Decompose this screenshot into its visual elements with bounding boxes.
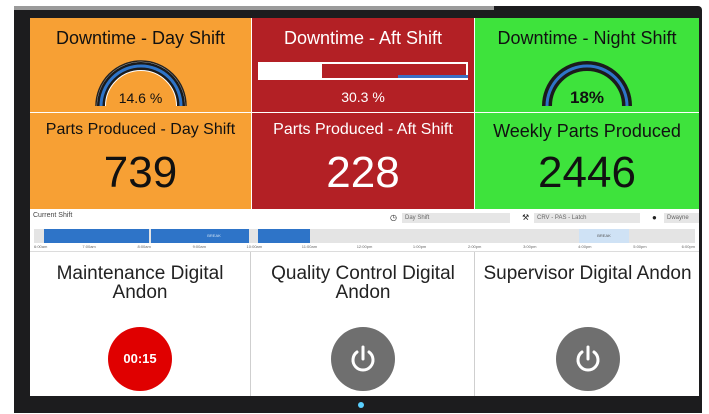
timeline-tick: 7:00am [82, 244, 96, 249]
parts-weekly-tile: Weekly Parts Produced 2446 [475, 113, 699, 209]
timeline-tick: 8:00am [137, 244, 151, 249]
wrench-icon: ⚒ [522, 213, 530, 222]
line-select[interactable]: CRV - PAS - Latch [534, 213, 640, 223]
break-marker: BREAK [199, 229, 229, 243]
run-segment [44, 229, 149, 243]
tile-title: Downtime - Night Shift [497, 28, 677, 48]
run-segment [258, 229, 310, 243]
tile-title: Downtime - Day Shift [55, 28, 226, 48]
break-marker: BREAK [579, 229, 629, 243]
downtime-aft-value: 30.3 % [341, 89, 385, 105]
power-icon [576, 345, 599, 372]
timeline-tick: 5:00pm [633, 244, 647, 249]
progress-fill [260, 64, 323, 78]
andon-title: Supervisor Digital Andon [483, 263, 692, 284]
tile-title: Parts Produced - Aft Shift [273, 121, 453, 138]
parts-aft-value: 228 [326, 148, 400, 197]
monitor-top-edge [14, 6, 494, 10]
supervisor-andon-button[interactable] [555, 327, 620, 391]
parts-aft-tile: Parts Produced - Aft Shift 228 [252, 113, 474, 209]
timeline-tick: 3:00pm [523, 244, 537, 249]
timeline-tick: 1:00pm [412, 244, 427, 249]
timeline-tick: 6:00am [34, 244, 48, 249]
downtime-aft-tile: Downtime - Aft Shift 30.3 % [252, 18, 474, 112]
timeline-ticks: 6:00am 7:00am 8:00am 9:00am 10:00am 11:00am 12… [34, 244, 695, 250]
run-segment [229, 229, 249, 243]
tile-title: Parts Produced - Day Shift [45, 121, 236, 138]
tile-title: Downtime - Aft Shift [283, 28, 443, 48]
tile-title: Weekly Parts Produced [493, 121, 681, 141]
power-led [358, 402, 364, 408]
maintenance-andon-button[interactable]: 00:15 [108, 327, 172, 391]
timeline-track: BREAK BREAK [34, 229, 695, 243]
progress-accent [398, 75, 468, 78]
quality-control-andon-button[interactable] [331, 327, 395, 391]
shift-select[interactable]: Day Shift [402, 213, 510, 223]
clock-icon: ◷ [390, 213, 397, 222]
andon-title: Maintenance Digital Andon [56, 263, 224, 303]
dashboard-screen: Downtime - Day Shift 14.6 % Downtime - A… [30, 18, 699, 396]
downtime-aft-progress [258, 62, 468, 80]
downtime-night-tile: Downtime - Night Shift 18% [475, 18, 699, 112]
supervisor-andon: Supervisor Digital Andon [476, 252, 699, 396]
timeline-tick: 6:00pm [681, 244, 695, 249]
andon-title: Quality Control Digital Andon [271, 263, 455, 303]
timeline-tick: 2:00pm [467, 244, 482, 249]
downtime-day-tile: Downtime - Day Shift 14.6 % [30, 18, 251, 112]
maintenance-andon: Maintenance Digital Andon 00:15 [30, 252, 251, 396]
run-segment [151, 229, 199, 243]
parts-day-value: 739 [103, 148, 178, 197]
user-select[interactable]: Dwayne [664, 213, 699, 223]
current-shift-timeline: Current Shift ◷ Day Shift ⚒ CRV - PAS - … [30, 210, 699, 252]
parts-weekly-value: 2446 [538, 148, 636, 197]
timeline-tick: 10:00am [246, 244, 263, 249]
timeline-label: Current Shift [33, 212, 73, 219]
quality-control-andon: Quality Control Digital Andon [252, 252, 475, 396]
timeline-tick: 4:00pm [578, 244, 592, 249]
users-icon: ● [652, 213, 657, 222]
downtime-day-value: 14.6 % [118, 90, 163, 106]
timeline-tick: 11:00am [301, 244, 318, 249]
timeline-tick: 9:00am [192, 244, 206, 249]
downtime-night-value: 18% [569, 88, 605, 107]
power-icon [351, 345, 375, 372]
parts-day-tile: Parts Produced - Day Shift 739 [30, 113, 251, 209]
timeline-tick: 12:00pm [356, 244, 373, 249]
